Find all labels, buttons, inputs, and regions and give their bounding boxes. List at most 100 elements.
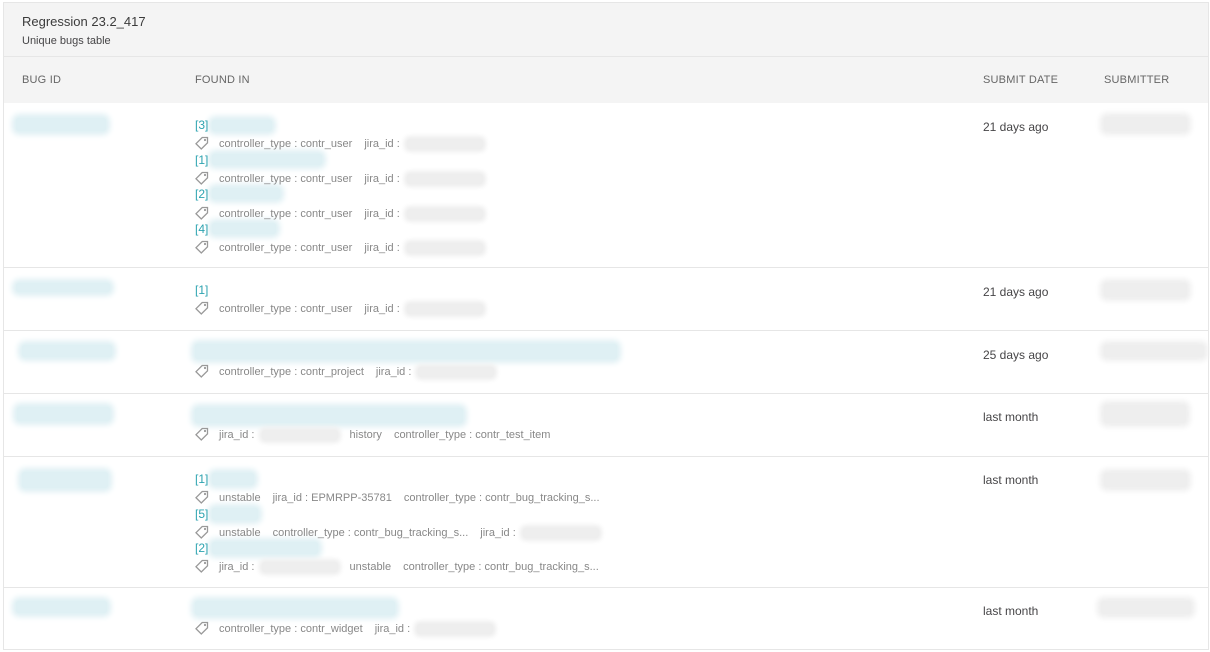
column-header-submit-date[interactable]: SUBMIT DATE bbox=[983, 74, 1058, 86]
found-in-index-link[interactable]: [2] bbox=[195, 187, 208, 201]
submitter-name bbox=[1104, 117, 1187, 131]
widget-header: Regression 23.2_417 Unique bugs table BU… bbox=[4, 3, 1208, 103]
tag-icon bbox=[195, 490, 209, 504]
found-in-item-link[interactable] bbox=[195, 408, 463, 423]
attribute-key: controller_type bbox=[272, 527, 345, 539]
found-in-item-link[interactable] bbox=[212, 120, 272, 131]
submitter-name bbox=[1104, 345, 1204, 357]
tag-icon bbox=[195, 621, 209, 635]
found-in-item-link[interactable] bbox=[195, 344, 617, 359]
attribute-key: unstable bbox=[219, 527, 261, 539]
table-row[interactable] bbox=[4, 394, 1208, 457]
found-in-index-link[interactable]: [1] bbox=[195, 283, 208, 297]
attributes-line: controller_type : contr_project jira_id : bbox=[195, 364, 506, 380]
attribute-key: jira_id bbox=[219, 429, 249, 441]
attribute-key: controller_type bbox=[219, 208, 292, 220]
attribute-value-obscured bbox=[261, 562, 338, 573]
tag-icon bbox=[195, 559, 209, 573]
header-divider bbox=[4, 56, 1208, 57]
attribute: controller_type : contr_user bbox=[219, 242, 353, 254]
bug-id-link[interactable] bbox=[16, 601, 107, 613]
column-header-submitter[interactable]: SUBMITTER bbox=[1104, 74, 1169, 86]
column-header-found-in[interactable]: FOUND IN bbox=[195, 74, 250, 86]
attribute: jira_id : bbox=[375, 623, 494, 635]
tag-icon bbox=[195, 427, 209, 441]
attribute: controller_type : contr_user bbox=[219, 173, 353, 185]
attribute-value: contr_bug_tracking_s... bbox=[353, 527, 469, 539]
attributes-line: unstable jira_id : EPMRPP-35781 controller… bbox=[195, 490, 612, 506]
found-in-index-link[interactable]: [1] bbox=[195, 472, 208, 486]
attribute-key: jira_id bbox=[364, 173, 394, 185]
attribute: jira_id : bbox=[364, 208, 483, 220]
attribute-value: contr_project bbox=[300, 366, 364, 378]
attribute: unstable bbox=[219, 527, 261, 539]
attribute: jira_id : EPMRPP-35781 bbox=[272, 492, 392, 504]
attribute: controller_type : contr_project bbox=[219, 366, 364, 378]
attribute-value-obscured bbox=[522, 528, 599, 539]
found-in-item-link[interactable] bbox=[212, 188, 280, 199]
found-in-index-link[interactable]: [2] bbox=[195, 541, 208, 555]
attribute-key: unstable bbox=[219, 492, 261, 504]
column-header-bug-id[interactable]: BUG ID bbox=[22, 74, 61, 86]
bug-id-link[interactable] bbox=[17, 407, 110, 421]
found-in-index-link[interactable]: [1] bbox=[195, 153, 208, 167]
found-in-item-link[interactable] bbox=[212, 542, 318, 554]
attribute-key: jira_id bbox=[375, 366, 406, 378]
attribute-key: controller_type bbox=[219, 138, 292, 150]
attribute-key: controller_type bbox=[219, 303, 292, 315]
attributes-line: controller_type : contr_user jira_id : bbox=[195, 171, 495, 187]
attribute-key: unstable bbox=[349, 561, 392, 573]
tag-icon bbox=[195, 171, 209, 185]
submit-date: 21 days ago bbox=[983, 285, 1049, 299]
attribute-key: controller_type bbox=[219, 623, 292, 635]
submitter-name bbox=[1104, 283, 1187, 297]
attribute-key: jira_id bbox=[219, 561, 249, 573]
attribute: controller_type : contr_bug_tracking_s..… bbox=[403, 492, 600, 504]
found-in-index-link[interactable]: [5] bbox=[195, 507, 208, 521]
attribute: controller_type : contr_user bbox=[219, 138, 353, 150]
attributes-line: controller_type : contr_user jira_id : bbox=[195, 240, 495, 256]
found-in-item-link[interactable] bbox=[212, 473, 254, 485]
attribute-value: contr_user bbox=[300, 138, 353, 150]
bug-id-link[interactable] bbox=[22, 472, 108, 488]
attribute: jira_id : bbox=[219, 429, 338, 441]
submitter-name bbox=[1101, 601, 1191, 614]
attribute-key: controller_type bbox=[219, 366, 292, 378]
submit-date: last month bbox=[983, 410, 1039, 424]
attribute-value: contr_user bbox=[300, 208, 353, 220]
bug-id-link[interactable] bbox=[22, 345, 112, 357]
attribute-value: contr_user bbox=[300, 242, 353, 254]
table-row[interactable] bbox=[4, 588, 1208, 650]
submit-date: last month bbox=[983, 473, 1039, 487]
table-row[interactable] bbox=[4, 268, 1208, 331]
tag-icon bbox=[195, 136, 209, 150]
widget-title: Regression 23.2_417 bbox=[22, 14, 146, 29]
submit-date: 25 days ago bbox=[983, 348, 1049, 362]
found-in-index-link[interactable]: [4] bbox=[195, 222, 208, 236]
found-in-item-link[interactable] bbox=[212, 223, 276, 234]
table-row[interactable] bbox=[4, 331, 1208, 394]
found-in-item-link[interactable] bbox=[212, 508, 258, 520]
submit-date: 21 days ago bbox=[983, 120, 1049, 134]
widget-subtitle: Unique bugs table bbox=[22, 35, 111, 47]
attribute-value-obscured bbox=[406, 304, 483, 315]
attributes-line: unstable controller_type : contr_bug_trac… bbox=[195, 525, 611, 541]
found-in-index-link[interactable]: [3] bbox=[195, 118, 208, 132]
submitter-name bbox=[1104, 473, 1187, 487]
attribute: jira_id : bbox=[364, 173, 483, 185]
found-in-item-link[interactable] bbox=[195, 601, 395, 615]
attribute-key: jira_id bbox=[480, 527, 510, 539]
attribute: unstable bbox=[219, 492, 261, 504]
attribute-value: EPMRPP-35781 bbox=[311, 492, 392, 504]
attribute-key: controller_type bbox=[393, 429, 467, 441]
attribute: controller_type : contr_test_item bbox=[393, 429, 551, 441]
attribute-value-obscured bbox=[406, 174, 483, 185]
tag-icon bbox=[195, 364, 209, 378]
attribute: controller_type : contr_user bbox=[219, 208, 353, 220]
found-in-item-link[interactable] bbox=[212, 154, 322, 165]
attributes-line: jira_id : unstable controller_type : cont… bbox=[195, 559, 611, 575]
attribute-value-obscured bbox=[418, 367, 495, 378]
bug-id-link[interactable] bbox=[16, 283, 110, 292]
attribute-value-obscured bbox=[261, 430, 338, 441]
bug-id-link[interactable] bbox=[16, 118, 106, 131]
